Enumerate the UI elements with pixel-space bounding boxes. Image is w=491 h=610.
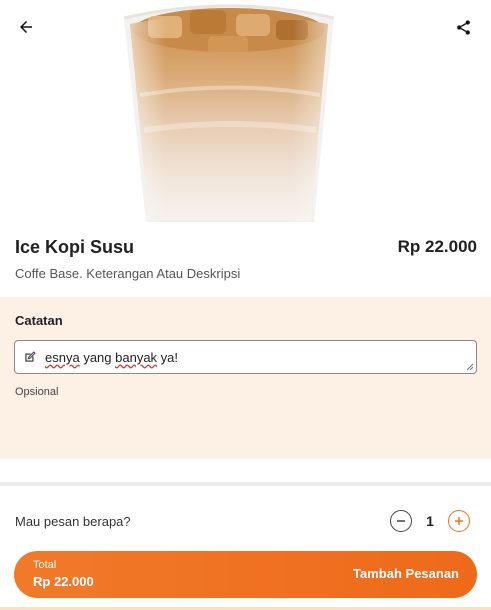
product-info: Ice Kopi Susu Rp 22.000 Coffe Base. Kete… — [0, 226, 491, 294]
share-icon — [456, 19, 470, 35]
product-description: Coffe Base. Keterangan Atau Deskripsi — [15, 266, 241, 281]
back-button[interactable] — [12, 13, 40, 41]
quantity-increase-button[interactable] — [448, 510, 470, 532]
quantity-label: Mau pesan berapa? — [15, 514, 131, 529]
product-image — [123, 4, 335, 222]
cta-total-label: Total — [33, 559, 57, 571]
resize-handle-icon[interactable] — [466, 363, 474, 371]
product-detail-page: Ice Kopi Susu Rp 22.000 Coffe Base. Kete… — [0, 0, 491, 610]
cta-action-label: Tambah Pesanan — [353, 566, 459, 581]
product-name: Ice Kopi Susu — [15, 237, 135, 257]
notes-label: Catatan — [15, 313, 63, 328]
edit-icon — [25, 351, 36, 362]
minus-circle-icon — [397, 520, 405, 522]
notes-section: Catatan esnya yang banyak ya! Opsional — [0, 297, 491, 459]
section-divider — [0, 482, 491, 486]
arrow-left-icon — [20, 21, 32, 33]
cta-total-value: Rp 22.000 — [33, 574, 94, 589]
plus-circle-icon — [455, 517, 463, 525]
quantity-stepper: 1 — [390, 510, 470, 532]
product-hero — [0, 0, 491, 222]
quantity-value: 1 — [426, 513, 434, 529]
quantity-decrease-button[interactable] — [390, 510, 412, 532]
notes-input[interactable]: esnya yang banyak ya! — [14, 340, 477, 374]
notes-hint: Opsional — [15, 386, 59, 398]
add-to-order-button[interactable]: Total Rp 22.000 Tambah Pesanan — [14, 551, 477, 598]
share-button[interactable] — [449, 13, 477, 41]
notes-value: esnya yang banyak ya! — [45, 349, 179, 365]
product-price: Rp 22.000 — [397, 237, 477, 256]
